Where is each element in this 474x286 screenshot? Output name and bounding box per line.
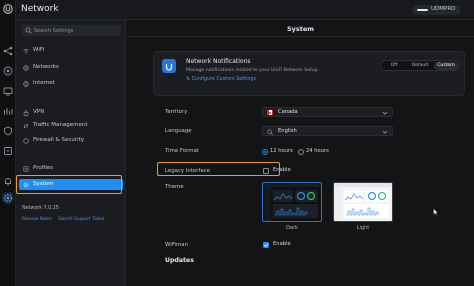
radio-24-hours-label: 24 hours xyxy=(306,148,329,154)
sidebar-item-label: Networks xyxy=(33,64,59,70)
language-select[interactable]: English xyxy=(262,126,393,136)
vpn-icon xyxy=(23,110,29,116)
page-title: System xyxy=(286,25,315,33)
language-label: Language xyxy=(165,128,192,134)
notifications-card: Network Notifications Manage notificatio… xyxy=(153,51,465,96)
sidebar-item-profiles[interactable]: Profiles xyxy=(19,164,123,174)
traffic-icon xyxy=(23,123,29,129)
release-notes-link[interactable]: Release Notes xyxy=(22,216,52,221)
configure-settings-label: Configure Custom Settings xyxy=(191,77,256,82)
sidebar-item-wifi[interactable]: WiFi xyxy=(19,46,123,56)
canada-flag-icon xyxy=(267,110,273,115)
mode-off[interactable]: Off xyxy=(383,62,405,70)
notifications-icon[interactable] xyxy=(3,176,13,186)
radio-12-hours[interactable] xyxy=(262,149,268,155)
theme-light-caption: Light xyxy=(356,225,370,231)
theme-dark-option[interactable] xyxy=(262,182,322,222)
sidebar-item-label: Internet xyxy=(33,80,55,86)
device-selector[interactable]: UDMPRO xyxy=(413,5,460,15)
sidebar-item-internet[interactable]: Internet xyxy=(19,79,123,89)
divider xyxy=(127,36,474,37)
territory-value: Canada xyxy=(278,109,298,115)
statistics-icon[interactable] xyxy=(3,106,13,116)
legacy-interface-checkbox[interactable] xyxy=(263,168,269,174)
sidebar-item-label: System xyxy=(33,181,54,187)
sidebar-item-networks[interactable]: Networks xyxy=(19,63,123,73)
profiles-icon xyxy=(23,166,29,172)
sidebar-item-label: Firewall & Security xyxy=(33,137,85,143)
device-name: UDMPRO xyxy=(431,6,456,12)
theme-label: Theme xyxy=(165,184,184,190)
wifiman-option: Enable xyxy=(273,241,291,247)
settings-icon[interactable] xyxy=(2,192,14,204)
updates-heading: Updates xyxy=(165,257,194,264)
devices-icon[interactable] xyxy=(3,66,13,76)
notifications-mode-toggle: Off Default Custom xyxy=(380,60,460,71)
mode-custom[interactable]: Custom xyxy=(434,62,458,70)
search-icon xyxy=(25,27,32,34)
insights-icon[interactable] xyxy=(3,126,13,136)
territory-select[interactable]: Canada xyxy=(262,107,393,117)
system-icon xyxy=(23,182,29,187)
language-value: English xyxy=(278,128,297,134)
legacy-interface-option: Enable xyxy=(273,167,291,173)
light-theme-preview xyxy=(334,183,392,221)
sidebar-item-firewall-security[interactable]: Firewall & Security xyxy=(19,136,123,146)
chevron-down-icon xyxy=(382,111,388,115)
network-logo-icon[interactable] xyxy=(3,4,13,14)
card-title: Network Notifications xyxy=(186,58,251,65)
topology-icon[interactable] xyxy=(3,46,13,56)
search-input[interactable] xyxy=(34,25,118,36)
legacy-interface-label: Legacy Interface xyxy=(165,168,210,174)
app-title: Network xyxy=(21,4,59,14)
wifiman-label: WiFiman xyxy=(165,242,188,248)
radio-12-hours-label: 12 hours xyxy=(270,148,293,154)
territory-label: Territory xyxy=(165,109,188,115)
clients-icon[interactable] xyxy=(3,86,13,96)
mouse-cursor-icon xyxy=(433,208,439,216)
search-box[interactable] xyxy=(22,25,121,36)
firewall-icon xyxy=(23,138,29,144)
main-panel: System Network Notifications Manage noti… xyxy=(127,20,474,286)
dark-theme-preview xyxy=(263,183,321,221)
mode-default[interactable]: Default xyxy=(407,62,433,70)
sidebar-item-traffic-management[interactable]: Traffic Management xyxy=(19,121,123,131)
checkmark-icon xyxy=(264,243,269,247)
app-rail xyxy=(0,0,16,286)
chevron-down-icon xyxy=(382,130,388,134)
theme-light-option[interactable] xyxy=(333,182,393,222)
version-label: Network 7.0.25 xyxy=(22,206,59,211)
sidebar-item-label: Traffic Management xyxy=(33,122,88,128)
configure-settings-link[interactable]: ⇅ Configure Custom Settings xyxy=(186,77,256,82)
device-icon xyxy=(417,9,428,11)
sliders-icon: ⇅ xyxy=(186,77,191,82)
sidebar-item-label: Profiles xyxy=(33,165,53,171)
sidebar-item-vpn[interactable]: VPN xyxy=(19,108,123,118)
networks-icon xyxy=(23,65,29,71)
unifi-logo-icon xyxy=(162,59,176,73)
security-icon[interactable] xyxy=(3,146,13,156)
wifi-icon xyxy=(23,48,29,54)
top-bar: Network UDMPRO xyxy=(16,0,474,20)
settings-sidebar: WiFi Networks Internet VPN Traffic Manag… xyxy=(16,20,126,286)
time-format-label: Time Format xyxy=(165,148,199,154)
card-description: Manage notifications related to your Uni… xyxy=(186,68,320,73)
radio-24-hours[interactable] xyxy=(298,149,304,155)
support-ticket-link[interactable]: Submit Support Ticket xyxy=(58,216,104,221)
sidebar-item-label: WiFi xyxy=(33,47,45,53)
sidebar-item-label: VPN xyxy=(33,109,45,115)
internet-icon xyxy=(23,81,29,87)
wifiman-checkbox[interactable] xyxy=(263,242,269,248)
language-icon xyxy=(267,129,273,135)
theme-dark-caption: Dark xyxy=(286,225,298,231)
sidebar-item-system[interactable]: System xyxy=(19,179,123,190)
